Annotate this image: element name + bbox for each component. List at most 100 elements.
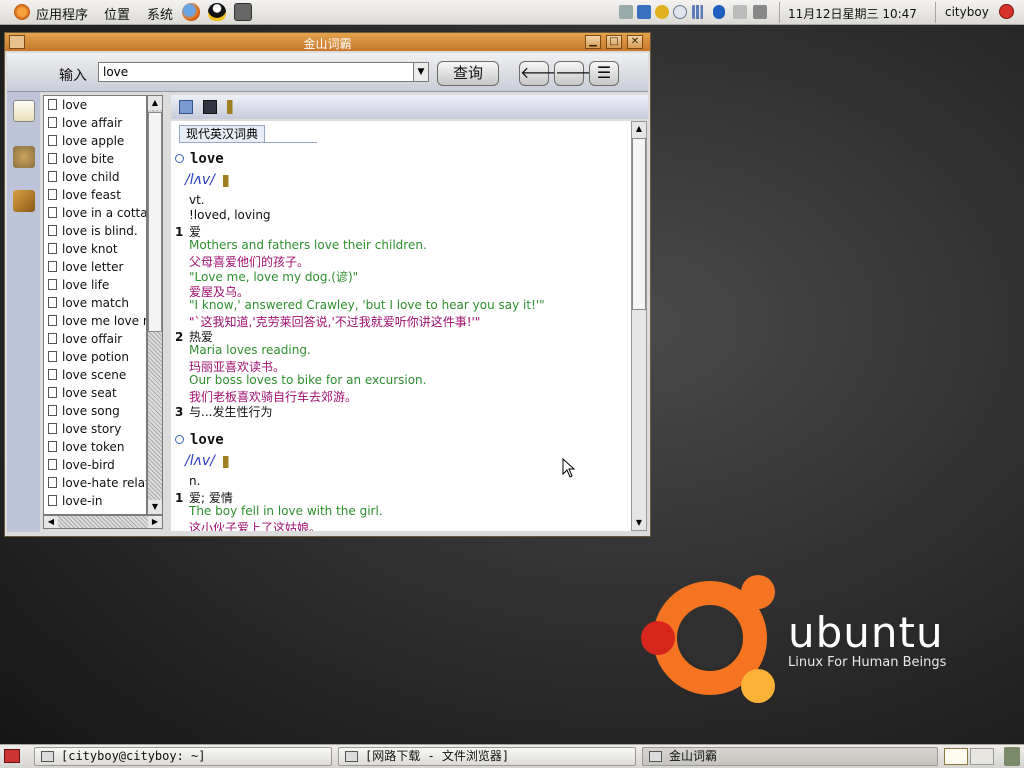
scroll-thumb[interactable] xyxy=(632,138,646,310)
word-label: love is blind. xyxy=(62,224,138,238)
document-icon xyxy=(48,387,57,398)
taskbar-button[interactable]: [网路下载 - 文件浏览器] xyxy=(338,747,636,766)
scroll-up-arrow[interactable]: ▲ xyxy=(148,96,162,110)
word-list-item[interactable]: love feast xyxy=(44,186,146,204)
word-list-item[interactable]: love apple xyxy=(44,132,146,150)
taskbar-button[interactable]: [cityboy@cityboy: ~] xyxy=(34,747,332,766)
word-list-item[interactable]: love seat xyxy=(44,384,146,402)
word-list-item[interactable]: love bite xyxy=(44,150,146,168)
query-button[interactable]: 查询 xyxy=(437,61,499,86)
scroll-down-arrow[interactable]: ▼ xyxy=(632,516,646,530)
word-list-hscrollbar[interactable]: ◀ ▶ xyxy=(43,515,163,529)
word-list-item[interactable]: love story xyxy=(44,420,146,438)
user-switcher[interactable]: cityboy xyxy=(945,5,989,19)
word-list-item[interactable]: love me love my dog xyxy=(44,312,146,330)
word-list-item[interactable]: love in a cottage xyxy=(44,204,146,222)
sense-number: 1 xyxy=(175,491,184,505)
volume-icon[interactable] xyxy=(753,5,767,19)
word-list-item[interactable]: love life xyxy=(44,276,146,294)
menu-icon: ☰ xyxy=(596,63,612,82)
clock[interactable]: 11月12日星期三 10:47 xyxy=(788,5,917,22)
word-list-item[interactable]: love is blind. xyxy=(44,222,146,240)
word-list-item[interactable]: love-hate relationship xyxy=(44,474,146,492)
shutdown-icon[interactable] xyxy=(999,4,1014,19)
example-chinese: 我们老板喜欢骑自行车去郊游。 xyxy=(189,390,358,404)
trash-icon[interactable] xyxy=(1004,747,1020,766)
speaker-icon[interactable] xyxy=(222,174,237,187)
forward-button[interactable]: 🡒 xyxy=(554,61,598,86)
speaker-icon[interactable] xyxy=(222,455,237,468)
word-list-item[interactable]: love potion xyxy=(44,348,146,366)
document-icon xyxy=(48,351,57,362)
close-button[interactable]: ✕ xyxy=(627,35,643,49)
word-list-item[interactable]: love letter xyxy=(44,258,146,276)
show-desktop-icon[interactable] xyxy=(4,749,20,763)
network-manager-icon[interactable] xyxy=(619,5,633,19)
word-list-item[interactable]: love match xyxy=(44,294,146,312)
word-list-item[interactable]: love token xyxy=(44,438,146,456)
word-list-item[interactable]: love xyxy=(44,96,146,114)
workspace-switcher-1[interactable] xyxy=(944,748,968,765)
back-button[interactable]: 🡐 xyxy=(519,61,563,86)
word-label: love match xyxy=(62,296,129,310)
system-menu[interactable]: 系统 xyxy=(147,4,173,23)
window-titlebar[interactable]: 金山词霸 ▁ □ ✕ xyxy=(5,33,650,51)
copy-icon[interactable] xyxy=(179,100,193,114)
maximize-button[interactable]: □ xyxy=(606,35,622,49)
qq-tray-icon[interactable] xyxy=(637,5,651,19)
document-icon xyxy=(48,423,57,434)
word-list-item[interactable]: love affair xyxy=(44,114,146,132)
ubuntu-menu-icon[interactable] xyxy=(14,4,30,20)
scroll-thumb[interactable] xyxy=(148,112,162,332)
word-list-item[interactable]: love knot xyxy=(44,240,146,258)
sense-number: 1 xyxy=(175,225,184,239)
save-icon[interactable] xyxy=(203,100,217,114)
word-list-item[interactable]: love offair xyxy=(44,330,146,348)
screenshot-launcher-icon[interactable] xyxy=(234,3,252,21)
taskbar-button[interactable]: 金山词霸 xyxy=(642,747,938,766)
word-label: love-hate relationship xyxy=(62,476,146,490)
word-list-item[interactable]: love scene xyxy=(44,366,146,384)
workspace-switcher-2[interactable] xyxy=(970,748,994,765)
applications-menu[interactable]: 应用程序 xyxy=(36,4,88,23)
scroll-down-arrow[interactable]: ▼ xyxy=(148,500,162,514)
word-label: love in a cottage xyxy=(62,206,147,220)
word-list-item[interactable]: love child xyxy=(44,168,146,186)
word-label: love xyxy=(62,98,88,112)
scroll-left-arrow[interactable]: ◀ xyxy=(44,516,58,528)
dictionary-tab[interactable]: 现代英汉词典 xyxy=(179,125,266,143)
document-icon xyxy=(48,441,57,452)
search-input[interactable] xyxy=(98,62,414,82)
speaker-icon[interactable] xyxy=(227,100,241,114)
qq-tray-icon-2[interactable] xyxy=(655,5,669,19)
inflections: !loved, loving xyxy=(189,208,271,222)
places-menu[interactable]: 位置 xyxy=(104,4,130,23)
bluetooth-icon[interactable] xyxy=(713,5,725,19)
word-list-vscrollbar[interactable]: ▲ ▼ xyxy=(147,95,163,515)
menu-button[interactable]: ☰ xyxy=(589,61,619,86)
task-label: [网路下载 - 文件浏览器] xyxy=(365,749,510,763)
minimize-button[interactable]: ▁ xyxy=(585,35,601,49)
word-label: love story xyxy=(62,422,122,436)
qq-launcher-icon[interactable] xyxy=(208,3,226,21)
mouse-pointer-icon xyxy=(562,458,576,478)
word-list-item[interactable]: love-bird xyxy=(44,456,146,474)
word-list-item[interactable]: love-in xyxy=(44,492,146,510)
scroll-right-arrow[interactable]: ▶ xyxy=(148,516,162,528)
word-label: love seat xyxy=(62,386,117,400)
pronunciation: /lʌv/ xyxy=(185,453,215,469)
example-chinese: 父母喜爱他们的孩子。 xyxy=(189,255,310,269)
scroll-up-arrow[interactable]: ▲ xyxy=(632,122,646,136)
dictionary-book-icon[interactable] xyxy=(13,190,35,212)
firefox-launcher-icon[interactable] xyxy=(182,3,200,21)
definition-vscrollbar[interactable]: ▲ ▼ xyxy=(631,121,647,531)
printer-icon[interactable] xyxy=(733,5,747,19)
clock-applet-icon[interactable] xyxy=(673,5,687,19)
translate-icon[interactable] xyxy=(13,146,35,168)
example-english: The boy fell in love with the girl. xyxy=(189,504,383,518)
word-list-item[interactable]: love song xyxy=(44,402,146,420)
signal-strength-icon[interactable] xyxy=(692,5,706,19)
sense-definition: 与...发生性行为 xyxy=(189,405,273,419)
history-dropdown-button[interactable]: ▼ xyxy=(413,62,429,82)
notepad-icon[interactable] xyxy=(13,100,35,122)
